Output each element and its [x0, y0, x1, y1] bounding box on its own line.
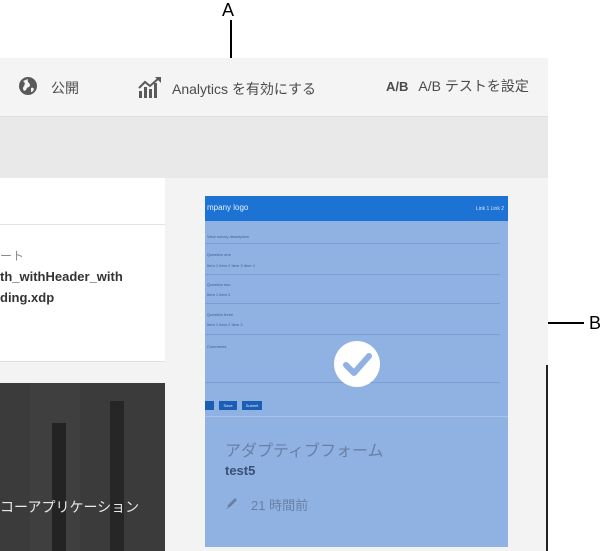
thumb-survey-desc: View survey description: [207, 234, 249, 239]
thumb-divider: [205, 274, 500, 275]
analytics-label: Analytics を有効にする: [172, 80, 317, 97]
thumb-q1-opts: Item 1 Item 2 Item 3 Item 4: [207, 263, 255, 268]
card-header-strip: [0, 178, 165, 225]
thumb-q2: Question two: [207, 282, 231, 287]
asset-type-label: アダプティブフォーム: [225, 443, 384, 460]
thumb-bar: [52, 423, 66, 551]
thumb-q3-opts: Item 1 Item 2 Item 3: [207, 322, 243, 327]
thumb-save-button: Save: [219, 401, 237, 410]
thumb-submit-button: Submit: [242, 401, 262, 410]
publish-button[interactable]: 公開: [18, 76, 79, 99]
thumb-form-header: mpany logo Link 1 Link 2: [205, 196, 508, 221]
checkmark-icon: [343, 353, 372, 376]
ab-test-label: A/B テストを設定: [418, 78, 529, 94]
thumb-logo-text: mpany logo: [207, 203, 249, 212]
asset-name: test5: [225, 463, 256, 478]
thumb-bar: [110, 401, 124, 551]
asset-card-xdp[interactable]: ート th_withHeader_with ding.xdp: [0, 225, 165, 362]
thumb-divider: [205, 243, 500, 244]
callout-label-b: B: [589, 313, 602, 333]
asset-card-adaptive-form-selected[interactable]: mpany logo Link 1 Link 2 View survey des…: [205, 196, 508, 547]
card-name-line1: th_withHeader_with: [0, 269, 123, 284]
action-toolbar: 公開 Analytics を有効にする A/B A/B テストを設定: [0, 58, 548, 116]
thumb-header-links: Link 1 Link 2: [475, 206, 504, 212]
thumb-comments: Comments: [207, 344, 227, 349]
publish-label: 公開: [51, 79, 79, 96]
secondary-bar: [0, 116, 548, 179]
ab-test-button[interactable]: A/B A/B テストを設定: [386, 76, 529, 96]
thumb-q2-opts: Item 1 Item 2: [207, 292, 231, 297]
pencil-icon: [225, 496, 239, 513]
modified-time-text: 21 時間前: [251, 498, 309, 513]
ab-icon: A/B: [386, 78, 409, 94]
asset-card-app[interactable]: コーアプリケーション: [0, 383, 165, 551]
selected-check-badge[interactable]: [334, 341, 380, 387]
globe-icon: [18, 76, 38, 99]
enable-analytics-button[interactable]: Analytics を有効にする: [138, 76, 316, 101]
thumb-q3: Question three: [207, 312, 234, 317]
app-card-title: コーアプリケーション: [0, 499, 140, 515]
card-type: ート: [0, 249, 25, 263]
scroll-edge: [546, 365, 548, 551]
thumb-divider: [205, 416, 508, 417]
thumb-divider: [205, 334, 500, 335]
thumb-button: [205, 401, 214, 410]
thumb-q1: Question one: [207, 252, 231, 257]
modified-time: 21 時間前: [225, 495, 308, 514]
bar-chart-icon: [138, 76, 162, 101]
thumb-divider: [205, 303, 500, 304]
card-name-line2: ding.xdp: [0, 290, 55, 305]
